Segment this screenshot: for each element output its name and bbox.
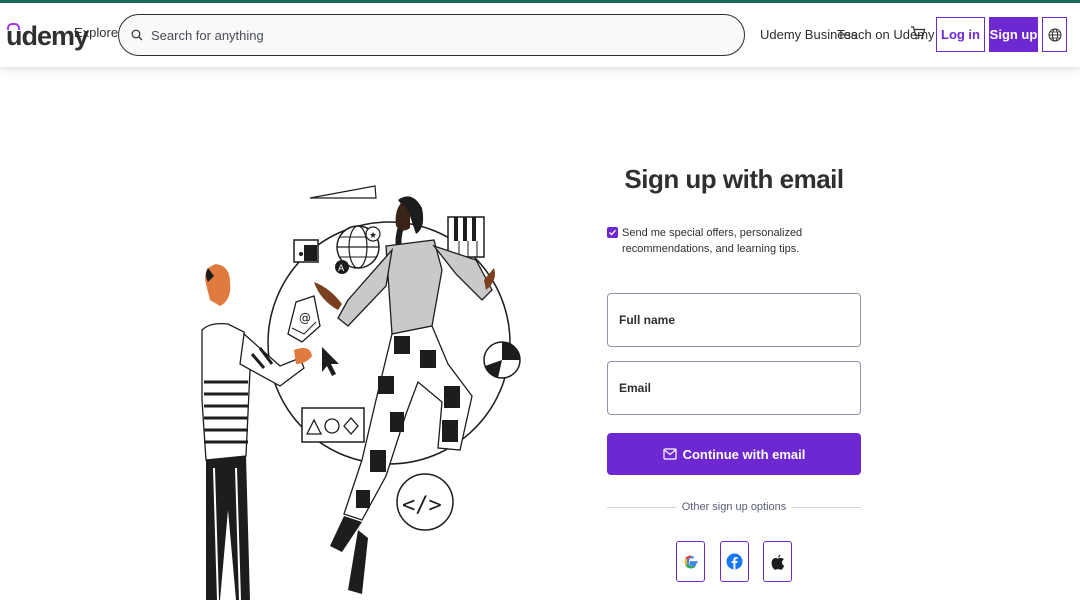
apple-icon bbox=[771, 553, 784, 570]
shapes-panel bbox=[301, 407, 365, 443]
form-title: Sign up with email bbox=[624, 164, 844, 194]
email-label: Email bbox=[619, 381, 652, 395]
checkmark-icon bbox=[609, 229, 616, 236]
svg-text:@: @ bbox=[299, 311, 311, 325]
full-name-field[interactable]: Full name bbox=[607, 293, 861, 347]
consent-text: Send me special offers, personalized rec… bbox=[622, 227, 803, 255]
continue-label: Continue with email bbox=[682, 446, 806, 462]
explore-link[interactable]: Explore bbox=[74, 25, 118, 40]
pie-doodle bbox=[483, 341, 521, 379]
email-field[interactable]: Email bbox=[607, 361, 861, 415]
full-name-label: Full name bbox=[619, 313, 676, 327]
language-button[interactable] bbox=[1042, 17, 1067, 52]
apple-signup-button[interactable] bbox=[763, 541, 792, 582]
header: udemy Explore Udemy Business Teach on Ud… bbox=[0, 3, 1080, 67]
continue-with-email-button[interactable]: Continue with email bbox=[607, 433, 861, 475]
facebook-signup-button[interactable] bbox=[720, 541, 749, 582]
envelope-icon bbox=[662, 448, 677, 460]
globe-icon bbox=[1048, 28, 1061, 41]
facebook-icon bbox=[726, 553, 743, 570]
search-bar[interactable] bbox=[118, 14, 745, 56]
svg-text:★: ★ bbox=[369, 231, 377, 241]
signup-button[interactable]: Sign up bbox=[989, 17, 1038, 52]
cart-icon[interactable] bbox=[910, 25, 926, 46]
other-options-text: Other sign up options bbox=[681, 501, 787, 513]
consent-checkbox[interactable] bbox=[607, 227, 618, 238]
search-icon bbox=[131, 29, 143, 41]
svg-text:A: A bbox=[338, 264, 345, 274]
signup-illustration: ★ A </> @ bbox=[201, 185, 521, 600]
consent-option[interactable]: Send me special offers, personalized rec… bbox=[607, 225, 861, 257]
divider-line-left bbox=[607, 506, 676, 508]
code-doodle: </> bbox=[396, 473, 454, 531]
piano-icon bbox=[447, 216, 485, 258]
divider-line-right bbox=[792, 506, 862, 508]
other-options-divider: Other sign up options bbox=[607, 500, 862, 514]
google-signup-button[interactable] bbox=[676, 541, 705, 582]
login-button[interactable]: Log in bbox=[936, 17, 985, 52]
search-input[interactable] bbox=[151, 27, 711, 43]
svg-text:</>: </> bbox=[402, 493, 442, 518]
google-icon bbox=[684, 555, 697, 569]
camera-icon bbox=[293, 239, 319, 263]
